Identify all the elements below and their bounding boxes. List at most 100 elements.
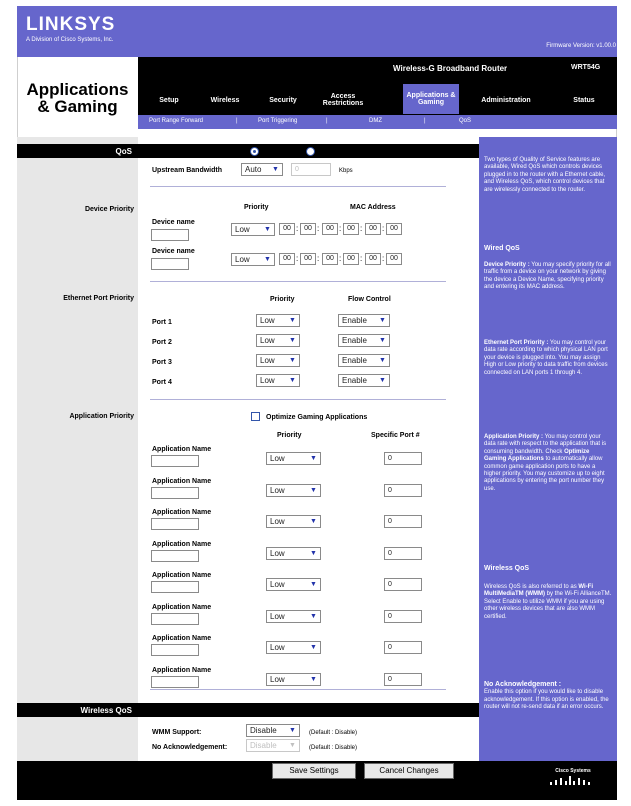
device-name-input[interactable] [151,229,189,241]
subtab-dmz[interactable]: DMZ [369,118,382,124]
application-name-input[interactable] [151,644,199,656]
flow-control-select[interactable]: Enable ▼ [338,354,390,367]
chevron-down-icon: ▼ [310,581,317,588]
chevron-down-icon: ▼ [310,644,317,651]
tab-applications-gaming[interactable]: Applications & Gaming [403,84,459,114]
specific-port-input[interactable]: 0 [384,515,422,528]
wmm-support-select[interactable]: Disable ▼ [246,724,300,737]
specific-port-input[interactable]: 0 [384,483,422,497]
application-name-label: Application Name [152,635,212,642]
mac-octet-input[interactable]: 00 [365,253,381,265]
application-name-input[interactable] [151,518,199,530]
product-name: Wireless-G Broadband Router [393,64,508,73]
wmm-support-label: WMM Support: [152,729,202,736]
mac-octet-input[interactable]: 00 [279,253,295,265]
tab-status[interactable]: Status [560,86,608,114]
application-priority-select[interactable]: Low ▼ [266,672,321,686]
chevron-down-icon: ▼ [310,486,317,494]
wireless-main-bar [138,703,479,717]
upstream-bandwidth-input[interactable]: 0 [291,163,331,176]
divider [150,399,446,400]
upstream-bandwidth-select[interactable]: Auto ▼ [241,163,283,176]
wmm-default-note: (Default : Disable) [309,730,358,736]
mac-octet-input[interactable]: 00 [300,253,316,265]
mac-octet-input[interactable]: 00 [322,223,338,235]
mac-octet-input[interactable]: 00 [386,223,402,235]
mac-octet-input[interactable]: 00 [343,253,359,265]
specific-port-input[interactable]: 0 [384,641,422,654]
chevron-down-icon: ▼ [310,675,317,683]
specific-port-input[interactable]: 0 [384,546,422,560]
wmm-support-value: Disable [250,726,277,735]
device-priority-select[interactable]: Low ▼ [231,253,275,266]
specific-port-input[interactable]: 0 [384,578,422,591]
mac-octet-input[interactable]: 00 [279,223,295,235]
divider [150,186,446,187]
device-priority-value: Low [235,225,250,234]
tab-setup[interactable]: Setup [144,86,194,114]
application-priority-select[interactable]: Low ▼ [266,641,321,654]
page-title: Applications & Gaming [17,81,138,115]
subtab-port-triggering[interactable]: Port Triggering [258,118,297,124]
optimize-gaming-label: Optimize Gaming Applications [266,414,368,421]
flow-control-select[interactable]: Enable ▼ [338,374,390,387]
port-priority-select[interactable]: Low ▼ [256,314,300,327]
save-settings-button[interactable]: Save Settings [272,763,356,779]
application-priority-select[interactable]: Low ▼ [266,452,321,465]
application-name-input[interactable] [151,549,199,562]
chevron-down-icon: ▼ [264,226,271,233]
chevron-down-icon: ▼ [310,549,317,557]
mac-octet-input[interactable]: 00 [365,223,381,235]
subtab-qos[interactable]: QoS [459,118,471,124]
chevron-down-icon: ▼ [289,357,296,364]
mac-colon: : [296,254,299,263]
application-priority-value: Low [270,674,285,684]
mac-octet-input[interactable]: 00 [343,223,359,235]
help-noack-text: Enable this option if you would like to … [484,689,609,711]
application-priority-select[interactable]: Low ▼ [266,578,321,591]
help-wireless-text1: Wireless QoS is also referred to as [484,584,577,590]
port-priority-value: Low [260,336,275,345]
mac-octet-input[interactable]: 00 [386,253,402,265]
specific-port-input[interactable]: 0 [384,672,422,686]
specific-port-input[interactable]: 0 [384,609,422,623]
application-name-input[interactable] [151,486,199,499]
noack-default-note: (Default : Disable) [309,745,358,751]
qos-enable-radio[interactable] [250,147,259,156]
section-qos-title: QoS [115,147,132,156]
tab-administration[interactable]: Administration [469,86,543,114]
application-priority-select[interactable]: Low ▼ [266,483,321,497]
subtab-port-range-forward[interactable]: Port Range Forward [149,118,203,124]
tab-security[interactable]: Security [256,86,310,114]
no-acknowledgement-value: Disable [250,741,277,750]
qos-disable-label: Disable [318,148,339,154]
application-priority-select[interactable]: Low ▼ [266,609,321,623]
no-acknowledgement-select[interactable]: Disable ▼ [246,739,300,752]
footer-left [17,761,138,800]
application-priority-select[interactable]: Low ▼ [266,515,321,528]
tab-wireless[interactable]: Wireless [199,86,251,114]
flow-control-select[interactable]: Enable ▼ [338,334,390,347]
application-priority-select[interactable]: Low ▼ [266,546,321,560]
application-name-input[interactable] [151,612,199,625]
mac-octet-input[interactable]: 00 [322,253,338,265]
flow-control-select[interactable]: Enable ▼ [338,314,390,327]
page-title-line1: Applications [26,80,129,99]
application-name-input[interactable] [151,455,199,467]
device-name-input[interactable] [151,258,189,270]
application-name-input[interactable] [151,581,199,593]
port-priority-select[interactable]: Low ▼ [256,354,300,367]
port-priority-select[interactable]: Low ▼ [256,374,300,387]
port-priority-select[interactable]: Low ▼ [256,334,300,347]
qos-disable-radio[interactable] [306,147,315,156]
application-name-input[interactable] [151,675,199,688]
optimize-gaming-checkbox[interactable] [251,412,260,421]
tab-access-restrictions[interactable]: Access Restrictions [313,86,373,114]
device-priority-select[interactable]: Low ▼ [231,223,275,236]
chevron-down-icon: ▼ [289,337,296,344]
flow-control-value: Enable [342,356,367,365]
mac-octet-input[interactable]: 00 [300,223,316,235]
upstream-bandwidth-value: Auto [245,165,262,174]
specific-port-input[interactable]: 0 [384,452,422,465]
cancel-changes-button[interactable]: Cancel Changes [364,763,454,779]
